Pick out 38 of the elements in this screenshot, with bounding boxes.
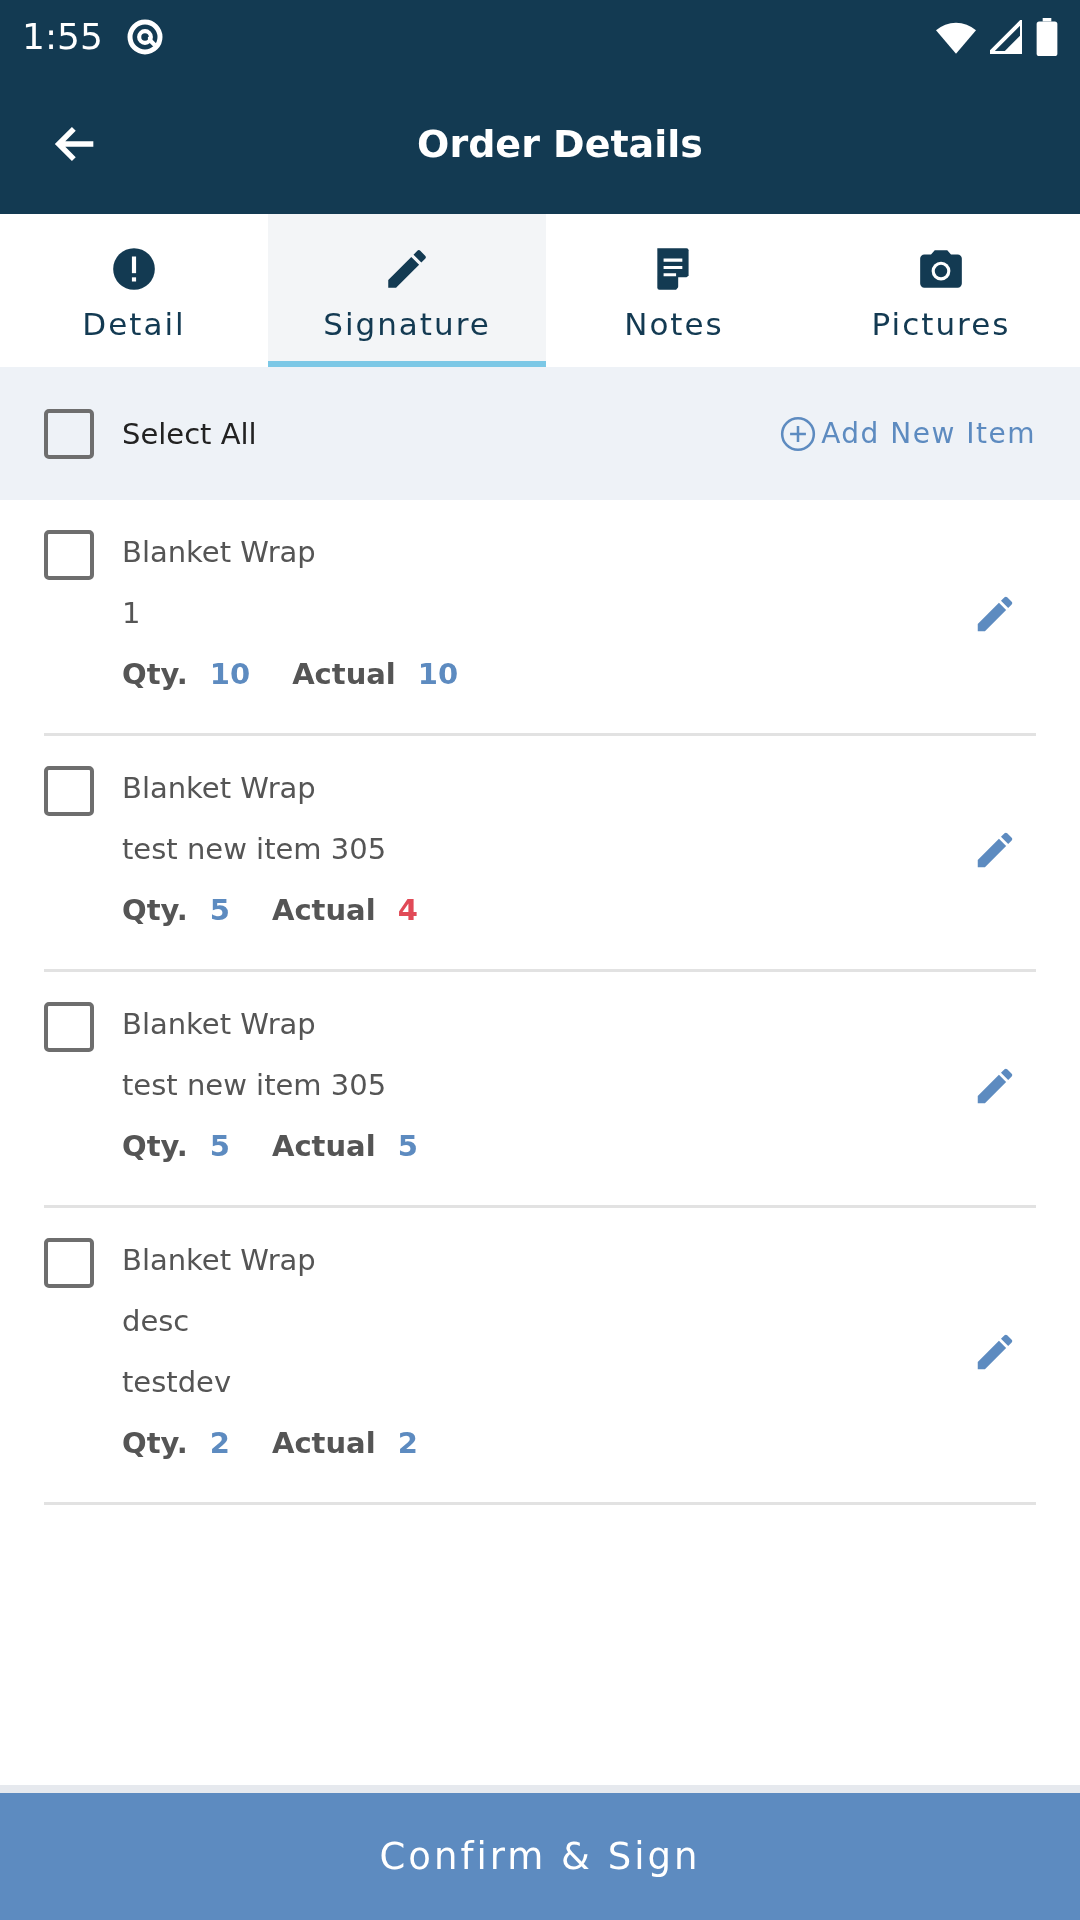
item-name: Blanket Wrap bbox=[122, 770, 317, 807]
item-description: test new item 305 bbox=[122, 1067, 388, 1104]
item-name: Blanket Wrap bbox=[122, 1242, 317, 1279]
qty-value: 5 bbox=[209, 892, 230, 929]
qty-value: 2 bbox=[209, 1425, 230, 1462]
actual-label: Actual bbox=[271, 892, 376, 929]
battery-icon bbox=[1036, 17, 1058, 56]
select-all-label: Select All bbox=[122, 416, 257, 451]
item-checkbox[interactable] bbox=[44, 1238, 94, 1288]
qty-label: Qty. bbox=[122, 892, 188, 929]
item-name: Blanket Wrap bbox=[122, 1006, 317, 1043]
actual-value: 2 bbox=[397, 1425, 418, 1462]
item-name: Blanket Wrap bbox=[122, 534, 317, 571]
item-checkbox[interactable] bbox=[44, 530, 94, 580]
actual-label: Actual bbox=[271, 1128, 376, 1165]
item-checkbox[interactable] bbox=[44, 766, 94, 816]
select-all-checkbox[interactable] bbox=[44, 408, 94, 459]
confirm-sign-button[interactable]: Confirm & Sign bbox=[0, 1785, 1080, 1920]
item-description: test new item 305 bbox=[122, 831, 388, 868]
actual-value: 10 bbox=[417, 656, 459, 693]
item-description: 1 bbox=[122, 595, 142, 632]
qty-value: 10 bbox=[209, 656, 251, 693]
actual-label: Actual bbox=[292, 656, 396, 693]
signal-icon bbox=[990, 19, 1022, 54]
actual-label: Actual bbox=[271, 1425, 376, 1462]
item-description: testdev bbox=[122, 1364, 233, 1401]
qty-label: Qty. bbox=[122, 1425, 188, 1462]
plus-circle-icon bbox=[779, 414, 818, 453]
item-checkbox[interactable] bbox=[44, 1002, 94, 1052]
qty-value: 5 bbox=[209, 1128, 230, 1165]
tab[interactable]: Signature bbox=[268, 214, 546, 367]
qty-label: Qty. bbox=[122, 1128, 188, 1165]
status-time: 1:55 bbox=[22, 16, 103, 57]
qty-label: Qty. bbox=[122, 656, 188, 693]
actual-value: 4 bbox=[397, 892, 418, 929]
page-title: Order Details bbox=[417, 121, 703, 166]
actual-value: 5 bbox=[397, 1128, 418, 1165]
item-description: desc bbox=[122, 1303, 191, 1340]
